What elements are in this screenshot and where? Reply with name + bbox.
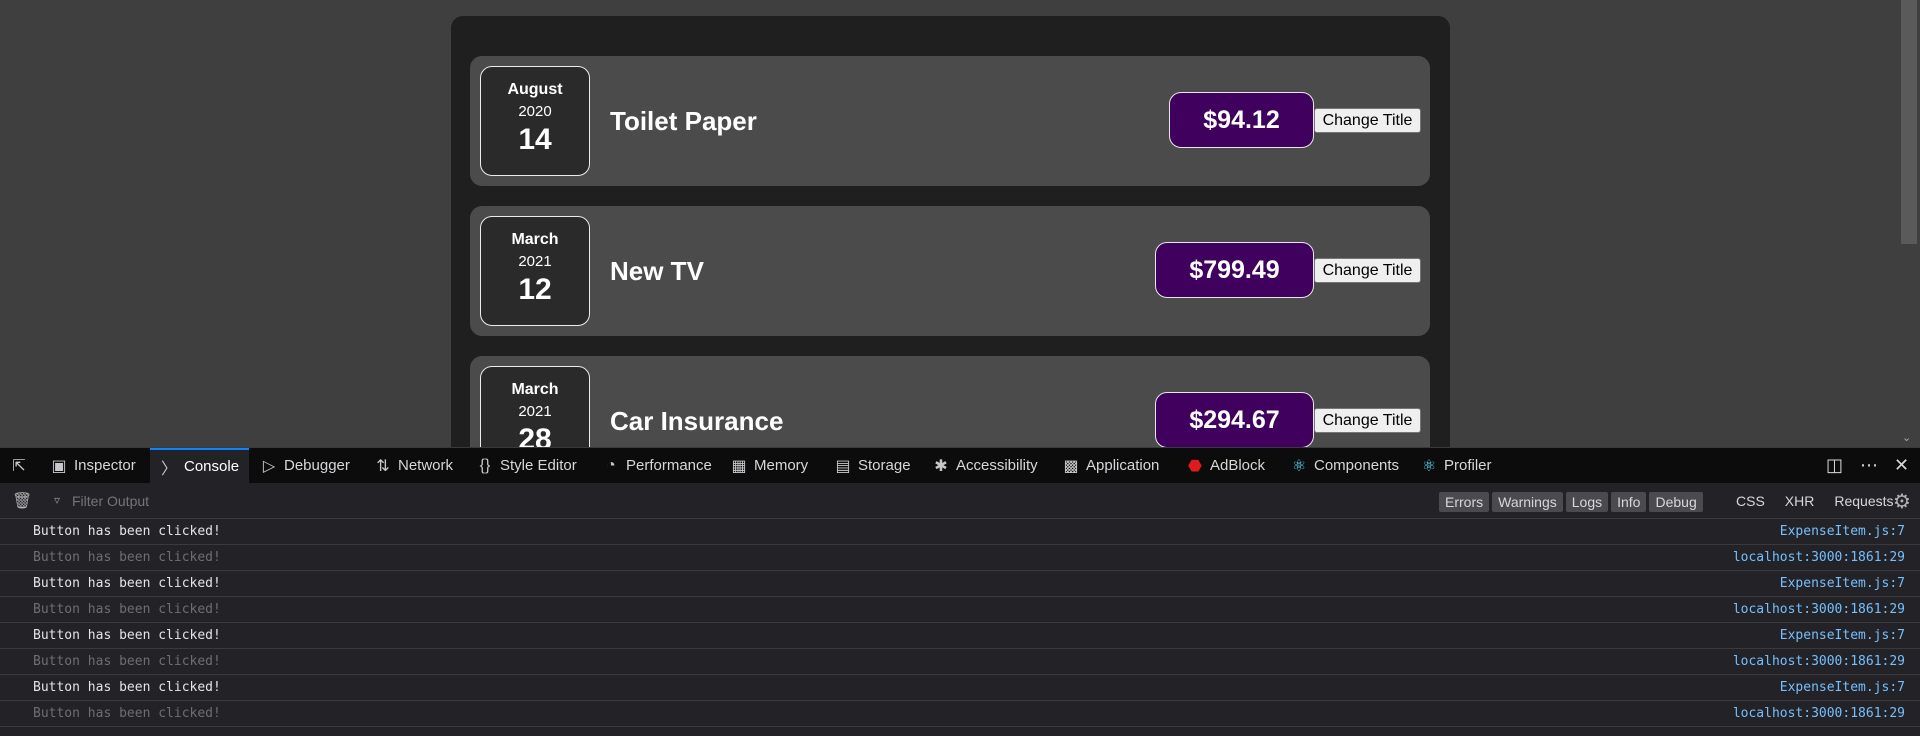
expense-price: $799.49 <box>1155 242 1314 298</box>
source-link[interactable]: localhost:3000:1861:29 <box>1733 550 1905 565</box>
expense-day: 12 <box>518 273 552 306</box>
filter-output-input[interactable] <box>54 490 772 512</box>
console-row: Button has been clicked! ExpenseItem.js:7 <box>0 623 1920 649</box>
tab-inspector[interactable]: ▣ Inspector <box>50 448 135 483</box>
expense-price: $294.67 <box>1155 392 1314 447</box>
console-row: Button has been clicked! localhost:3000:1… <box>0 649 1920 675</box>
expenses-list: August 2020 14 Toilet Paper $94.12 Chang… <box>451 16 1450 447</box>
source-link[interactable]: localhost:3000:1861:29 <box>1733 706 1905 721</box>
tab-adblock[interactable]: ⬣ AdBlock <box>1186 448 1265 483</box>
style-editor-icon: {} <box>479 456 491 474</box>
tab-network[interactable]: ⇅ Network <box>374 448 453 483</box>
inspector-icon: ▣ <box>51 457 67 475</box>
tab-memory[interactable]: ▦ Memory <box>730 448 808 483</box>
tab-style-editor[interactable]: {} Style Editor <box>476 448 577 483</box>
tab-components[interactable]: ⚛ Components <box>1290 448 1399 483</box>
element-picker-icon[interactable]: ⇱ <box>10 448 40 483</box>
filter-logs[interactable]: Logs <box>1565 492 1609 512</box>
filter-xhr[interactable]: XHR <box>1785 492 1815 510</box>
expense-year: 2021 <box>518 403 552 420</box>
tab-console[interactable]: 〉 Console <box>150 448 250 483</box>
tab-accessibility[interactable]: ✱ Accessibility <box>932 448 1037 483</box>
expense-month: March <box>511 231 559 248</box>
expense-year: 2020 <box>518 103 552 120</box>
expense-date: March 2021 28 <box>480 366 590 447</box>
expense-date: March 2021 12 <box>480 216 590 326</box>
adblock-icon: ⬣ <box>1188 457 1202 475</box>
more-options-icon[interactable]: ⋯ <box>1860 448 1878 483</box>
expense-title: Car Insurance <box>610 406 784 436</box>
expense-day: 28 <box>518 423 552 447</box>
console-row: Button has been clicked! localhost:3000:1… <box>0 597 1920 623</box>
console-row: Button has been clicked! ExpenseItem.js:7 <box>0 571 1920 597</box>
expense-item: March 2021 28 Car Insurance $294.67 Chan… <box>470 356 1430 447</box>
scrollbar-thumb[interactable] <box>1901 0 1917 244</box>
source-link[interactable]: ExpenseItem.js:7 <box>1780 576 1905 591</box>
console-row: Button has been clicked! ExpenseItem.js:7 <box>0 675 1920 701</box>
request-filters: CSS XHR Requests <box>1736 492 1894 510</box>
filter-requests[interactable]: Requests <box>1834 492 1893 510</box>
close-icon[interactable]: ✕ <box>1894 448 1909 483</box>
change-title-button[interactable]: Change Title <box>1314 258 1421 283</box>
console-row: Button has been clicked! localhost:3000:1… <box>0 701 1920 727</box>
expense-item: March 2021 12 New TV $799.49 Change Titl… <box>470 206 1430 336</box>
devtools-panel: ⇱ ▣ Inspector 〉 Console ▷ Debugger ⇅ Network… <box>0 447 1920 736</box>
filter-debug[interactable]: Debug <box>1649 492 1703 512</box>
expense-price: $94.12 <box>1169 92 1314 148</box>
source-link[interactable]: ExpenseItem.js:7 <box>1780 524 1905 539</box>
trash-icon[interactable]: 🗑 <box>12 491 32 511</box>
console-output: Button has been clicked! ExpenseItem.js:7… <box>0 519 1920 727</box>
application-icon: ▩ <box>1063 457 1079 475</box>
expense-date: August 2020 14 <box>480 66 590 176</box>
storage-icon: ▤ <box>835 457 851 475</box>
react-icon: ⚛ <box>1291 457 1307 475</box>
console-row: Button has been clicked! localhost:3000:1… <box>0 545 1920 571</box>
page-scrollbar[interactable]: ⌄ <box>1898 0 1920 447</box>
network-icon: ⇅ <box>376 457 390 475</box>
scroll-down-arrow-icon[interactable]: ⌄ <box>1902 433 1911 444</box>
console-filter-bar: 🗑 ▿ Errors Warnings Logs Info Debug CSS … <box>0 483 1920 519</box>
source-link[interactable]: ExpenseItem.js:7 <box>1780 628 1905 643</box>
page-viewport: August 2020 14 Toilet Paper $94.12 Chang… <box>0 0 1920 447</box>
expense-item: August 2020 14 Toilet Paper $94.12 Chang… <box>470 56 1430 186</box>
performance-icon: ◔ <box>606 456 616 474</box>
change-title-button[interactable]: Change Title <box>1314 108 1421 133</box>
console-row: Button has been clicked! ExpenseItem.js:7 <box>0 519 1920 545</box>
accessibility-icon: ✱ <box>934 457 948 475</box>
expense-title: New TV <box>610 256 704 286</box>
filter-info[interactable]: Info <box>1611 492 1647 512</box>
source-link[interactable]: ExpenseItem.js:7 <box>1780 680 1905 695</box>
tab-performance[interactable]: ◔ Performance <box>602 448 712 483</box>
expense-month: August <box>507 81 563 98</box>
debugger-icon: ▷ <box>262 457 276 475</box>
source-link[interactable]: localhost:3000:1861:29 <box>1733 654 1905 669</box>
log-level-filters: Errors Warnings Logs Info Debug <box>1439 492 1703 512</box>
tab-storage[interactable]: ▤ Storage <box>834 448 910 483</box>
change-title-button[interactable]: Change Title <box>1314 408 1421 433</box>
tab-profiler[interactable]: ⚛ Profiler <box>1420 448 1492 483</box>
gear-icon[interactable]: ⚙ <box>1893 489 1911 514</box>
expense-title: Toilet Paper <box>610 106 757 136</box>
memory-icon: ▦ <box>731 457 747 475</box>
expense-year: 2021 <box>518 253 552 270</box>
filter-warnings[interactable]: Warnings <box>1492 492 1563 512</box>
console-icon: 〉 <box>160 460 177 478</box>
tab-application[interactable]: ▩ Application <box>1062 448 1159 483</box>
react-icon: ⚛ <box>1421 457 1437 475</box>
expense-day: 14 <box>518 123 552 156</box>
devtools-toolbar: ⇱ ▣ Inspector 〉 Console ▷ Debugger ⇅ Network… <box>0 447 1920 483</box>
filter-css[interactable]: CSS <box>1736 492 1765 510</box>
dock-side-icon[interactable]: ◫ <box>1826 448 1843 483</box>
tab-debugger[interactable]: ▷ Debugger <box>260 448 350 483</box>
filter-errors[interactable]: Errors <box>1439 492 1490 512</box>
source-link[interactable]: localhost:3000:1861:29 <box>1733 602 1905 617</box>
expense-month: March <box>511 381 559 398</box>
